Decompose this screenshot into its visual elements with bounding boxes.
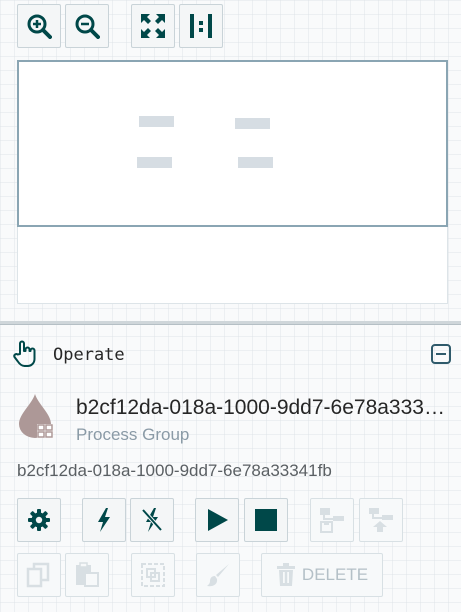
zoom-in-button[interactable] (17, 4, 61, 48)
birdseye-component (137, 157, 172, 168)
zoom-out-icon (75, 14, 100, 39)
component-type: Process Group (76, 425, 190, 444)
stop-icon (255, 509, 277, 531)
actual-size-icon (190, 14, 212, 38)
copy-icon (26, 562, 50, 588)
zoom-in-icon (27, 14, 52, 39)
trash-icon (276, 563, 295, 586)
upload-template-icon (369, 508, 393, 532)
component-id: b2cf12da-018a-1000-9dd7-6e78a33341fb (17, 461, 332, 480)
group-icon (141, 563, 165, 587)
birdseye-component (235, 118, 270, 129)
process-group-icon (19, 394, 53, 438)
play-icon (208, 509, 228, 531)
actual-size-button[interactable] (179, 4, 223, 48)
zoom-out-button[interactable] (65, 4, 109, 48)
delete-button[interactable]: DELETE (261, 553, 383, 597)
upload-template-button[interactable] (359, 498, 403, 542)
disable-button[interactable] (130, 498, 174, 542)
paint-brush-icon (207, 564, 229, 587)
fit-button[interactable] (131, 4, 175, 48)
panel-divider (0, 321, 461, 325)
change-color-button[interactable] (196, 553, 240, 597)
start-button[interactable] (195, 498, 239, 542)
birdseye-component (238, 157, 273, 168)
copy-button[interactable] (17, 553, 61, 597)
paste-icon (76, 562, 99, 587)
paste-button[interactable] (65, 553, 109, 597)
enable-button[interactable] (82, 498, 126, 542)
gear-icon (28, 509, 50, 531)
birdseye-viewport[interactable] (17, 60, 448, 227)
operate-header: Operate (12, 340, 452, 372)
fit-icon (141, 14, 165, 38)
component-name: b2cf12da-018a-1000-9dd7-6e78a33341fb (76, 396, 448, 419)
configure-button[interactable] (17, 498, 61, 542)
create-template-button[interactable] (310, 498, 354, 542)
operate-title: Operate (53, 345, 125, 365)
flash-off-icon (141, 508, 163, 532)
flash-icon (98, 508, 110, 532)
stop-button[interactable] (244, 498, 288, 542)
hand-pointer-icon (13, 340, 36, 367)
group-button[interactable] (131, 553, 175, 597)
delete-label: DELETE (301, 565, 369, 584)
save-template-icon (320, 508, 344, 533)
birdseye-component (139, 116, 174, 127)
collapse-button[interactable] (431, 344, 451, 364)
